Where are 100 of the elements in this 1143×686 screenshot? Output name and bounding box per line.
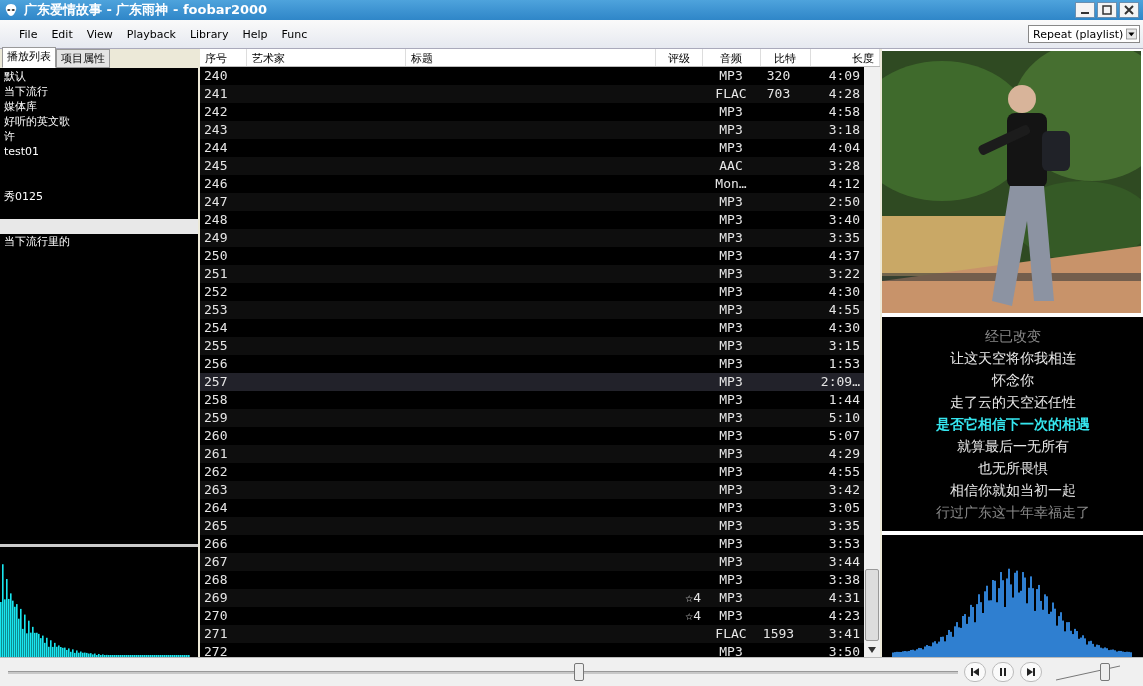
column-header[interactable]: 音频 xyxy=(702,49,761,66)
panel-tab[interactable]: 播放列表 xyxy=(2,47,56,68)
table-cell-text: 248 xyxy=(203,211,229,229)
table-cell: FLAC xyxy=(715,626,747,641)
menu-item[interactable]: View xyxy=(79,25,120,43)
track-row[interactable]: 262 MP3 4:55 xyxy=(200,463,864,481)
playlist-item[interactable]: 当下流行 xyxy=(0,84,198,99)
pause-button[interactable] xyxy=(992,662,1014,682)
scrollbar[interactable] xyxy=(864,67,880,657)
table-cell-text: 249 xyxy=(203,229,229,247)
table-cell: MP3 xyxy=(719,410,743,425)
track-row[interactable]: 243 MP3 3:18 xyxy=(200,121,864,139)
track-row[interactable]: 242 MP3 4:58 xyxy=(200,103,864,121)
maximize-button[interactable] xyxy=(1097,2,1117,18)
table-cell: MP3 xyxy=(719,482,743,497)
track-row[interactable]: 249 MP3 3:35 xyxy=(200,229,864,247)
track-row[interactable]: 268 MP3 3:38 xyxy=(200,571,864,589)
lyric-line: 经已改变 xyxy=(984,327,1041,346)
table-cell-text: 255 xyxy=(203,337,229,355)
track-row[interactable]: 260 MP3 5:07 xyxy=(200,427,864,445)
column-header[interactable]: 评级 xyxy=(656,49,703,66)
playlist-item[interactable]: 好听的英文歌 xyxy=(0,114,198,129)
table-cell: 3:42 xyxy=(828,482,860,497)
track-row[interactable]: 267 MP3 3:44 xyxy=(200,553,864,571)
track-row[interactable]: 240 MP3 320 4:09 xyxy=(200,67,864,85)
track-row[interactable]: 254 MP3 4:30 xyxy=(200,319,864,337)
close-button[interactable] xyxy=(1119,2,1139,18)
track-row[interactable]: 272 MP3 3:50 xyxy=(200,643,864,657)
minimize-button[interactable] xyxy=(1075,2,1095,18)
table-cell: Mon… xyxy=(715,176,747,191)
scroll-down-icon[interactable] xyxy=(868,647,876,653)
column-header[interactable]: 长度 xyxy=(810,49,880,66)
table-cell-text: 263 xyxy=(203,481,229,499)
track-row[interactable]: 271 FLAC 1593 3:41 xyxy=(200,625,864,643)
track-row[interactable]: 250 MP3 4:37 xyxy=(200,247,864,265)
scrollbar-thumb[interactable] xyxy=(865,569,879,641)
table-cell-text: 243 xyxy=(203,121,229,139)
table-cell: MP3 xyxy=(719,302,743,317)
column-header[interactable]: 序号 xyxy=(200,49,248,66)
next-button[interactable] xyxy=(1020,662,1042,682)
playlist-item[interactable]: 当下流行里的 xyxy=(0,234,198,249)
table-cell: MP3 xyxy=(719,446,743,461)
track-row[interactable]: 244 MP3 4:04 xyxy=(200,139,864,157)
track-row[interactable]: 270 ☆4 MP3 4:23 xyxy=(200,607,864,625)
maximize-icon xyxy=(1102,5,1112,15)
table-cell: 3:41 xyxy=(828,626,860,641)
menu-item[interactable]: Help xyxy=(235,25,275,43)
track-row[interactable]: 259 MP3 5:10 xyxy=(200,409,864,427)
track-row[interactable]: 263 MP3 3:42 xyxy=(200,481,864,499)
previous-button[interactable] xyxy=(964,662,986,682)
track-row[interactable]: 251 MP3 3:22 xyxy=(200,265,864,283)
menu-item[interactable]: Library xyxy=(182,25,236,43)
playlist-item[interactable]: 秀0125 xyxy=(0,189,198,204)
track-row[interactable]: 255 MP3 3:15 xyxy=(200,337,864,355)
playlist-item[interactable]: 媒体库 xyxy=(0,99,198,114)
menu-item[interactable]: Playback xyxy=(119,25,183,43)
track-row[interactable]: 266 MP3 3:53 xyxy=(200,535,864,553)
track-row[interactable]: 257 MP3 2:09… xyxy=(200,373,864,391)
table-cell: 3:53 xyxy=(828,536,860,551)
track-row[interactable]: 241 FLAC 703 4:28 xyxy=(200,85,864,103)
column-header[interactable]: 艺术家 xyxy=(247,49,407,66)
column-header[interactable]: 比特 xyxy=(760,49,811,66)
track-row[interactable]: 269 ☆4 MP3 4:31 xyxy=(200,589,864,607)
track-row[interactable]: 253 MP3 4:55 xyxy=(200,301,864,319)
seek-handle[interactable] xyxy=(574,663,584,681)
track-row[interactable]: 252 MP3 4:30 xyxy=(200,283,864,301)
panel-tab[interactable]: 项目属性 xyxy=(56,49,110,68)
table-cell-text: 245 xyxy=(203,157,229,175)
table-cell: 4:09 xyxy=(828,68,860,83)
table-cell: AAC xyxy=(719,158,743,173)
table-cell: 4:04 xyxy=(828,140,860,155)
lyric-line: 相信你就如当初一起 xyxy=(949,481,1076,500)
track-row[interactable]: 258 MP3 1:44 xyxy=(200,391,864,409)
lyric-line: 就算最后一无所有 xyxy=(956,437,1069,456)
table-cell: MP3 xyxy=(719,140,743,155)
column-header[interactable]: 标题 xyxy=(406,49,657,66)
playback-order-dropdown[interactable]: Repeat (playlist) xyxy=(1028,25,1140,43)
track-row[interactable]: 245 AAC 3:28 xyxy=(200,157,864,175)
menu-item[interactable]: Func xyxy=(274,25,315,43)
playlist-item[interactable]: 默认 xyxy=(0,69,198,84)
track-row[interactable]: 256 MP3 1:53 xyxy=(200,355,864,373)
table-cell: 3:38 xyxy=(828,572,860,587)
playlist-item[interactable]: test01 xyxy=(0,144,198,159)
track-row[interactable]: 265 MP3 3:35 xyxy=(200,517,864,535)
table-cell-text: 247 xyxy=(203,193,229,211)
track-row[interactable]: 247 MP3 2:50 xyxy=(200,193,864,211)
track-row[interactable]: 261 MP3 4:29 xyxy=(200,445,864,463)
lyric-line: 走了云的天空还任性 xyxy=(949,393,1076,412)
menu-item[interactable]: File xyxy=(12,25,45,43)
volume-slider[interactable] xyxy=(1056,662,1120,682)
playlist-item[interactable]: 许 xyxy=(0,129,198,144)
table-cell: MP3 xyxy=(719,644,743,657)
alien-head-icon xyxy=(4,3,18,17)
lyric-line: 行过广东这十年幸福走了 xyxy=(935,503,1090,522)
track-row[interactable]: 264 MP3 3:05 xyxy=(200,499,864,517)
volume-handle[interactable] xyxy=(1100,663,1110,681)
table-cell: 3:40 xyxy=(828,212,860,227)
track-row[interactable]: 246 Mon… 4:12 xyxy=(200,175,864,193)
track-row[interactable]: 248 MP3 3:40 xyxy=(200,211,864,229)
menu-item[interactable]: Edit xyxy=(44,25,80,43)
